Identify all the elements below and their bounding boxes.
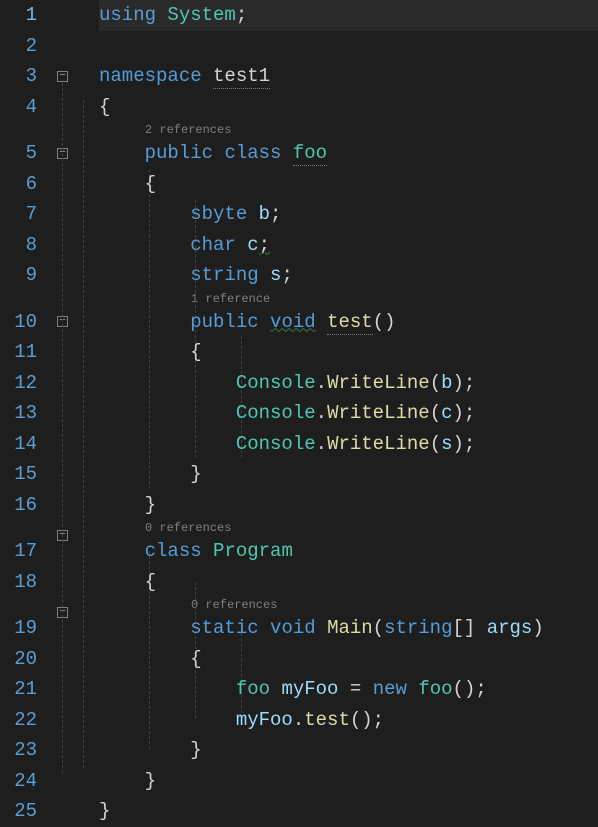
code-line[interactable]: foo myFoo = new foo(); (99, 674, 598, 705)
code-line[interactable]: myFoo.test(); (99, 705, 598, 736)
line-number: 21 (0, 674, 37, 705)
line-number: 2 (0, 31, 37, 62)
line-number: 9 (0, 260, 37, 291)
code-line[interactable]: public class foo (99, 138, 598, 169)
code-line[interactable]: { (99, 92, 598, 123)
code-line[interactable]: public void test() (99, 307, 598, 338)
line-number: 25 (0, 796, 37, 827)
codelens-references[interactable]: 0 references (99, 599, 598, 613)
line-number: 13 (0, 398, 37, 429)
line-number: 1 (0, 0, 37, 31)
line-number: 5 (0, 138, 37, 169)
code-line[interactable]: class Program (99, 536, 598, 567)
code-line[interactable]: char c; (99, 230, 598, 261)
codelens-references[interactable]: 0 references (99, 522, 598, 536)
line-number: 18 (0, 567, 37, 598)
line-number: 16 (0, 490, 37, 521)
code-line[interactable]: { (99, 567, 598, 598)
line-number: 11 (0, 337, 37, 368)
code-line[interactable]: } (99, 459, 598, 490)
code-line[interactable]: static void Main(string[] args) (99, 613, 598, 644)
line-number: 8 (0, 230, 37, 261)
line-number: 12 (0, 368, 37, 399)
code-line[interactable]: sbyte b; (99, 199, 598, 230)
line-number: 6 (0, 169, 37, 200)
code-line[interactable]: } (99, 735, 598, 766)
code-line[interactable]: } (99, 766, 598, 797)
fold-toggle-icon[interactable] (57, 71, 68, 82)
code-area[interactable]: using System; namespace test1 { 2 refere… (99, 0, 598, 776)
code-line[interactable]: } (99, 490, 598, 521)
code-line[interactable]: Console.WriteLine(b); (99, 368, 598, 399)
line-number: 10 (0, 307, 37, 338)
code-line[interactable]: Console.WriteLine(c); (99, 398, 598, 429)
fold-column (55, 0, 99, 776)
code-line[interactable]: { (99, 169, 598, 200)
line-number: 3 (0, 61, 37, 92)
code-line[interactable]: namespace test1 (99, 61, 598, 92)
codelens-references[interactable]: 2 references (99, 124, 598, 138)
code-line[interactable] (99, 31, 598, 62)
code-line[interactable]: string s; (99, 260, 598, 291)
line-number-gutter: 1 2 3 4 5 6 7 8 9 10 11 12 13 14 15 16 1… (0, 0, 55, 776)
line-number: 4 (0, 92, 37, 123)
code-line[interactable]: } (99, 796, 598, 827)
line-number: 24 (0, 766, 37, 797)
line-number: 19 (0, 613, 37, 644)
line-number: 20 (0, 644, 37, 675)
line-number: 17 (0, 536, 37, 567)
code-line[interactable]: Console.WriteLine(s); (99, 429, 598, 460)
codelens-references[interactable]: 1 reference (99, 293, 598, 307)
code-line[interactable]: { (99, 337, 598, 368)
line-number: 23 (0, 735, 37, 766)
code-line[interactable]: using System; (99, 0, 598, 31)
code-editor[interactable]: 1 2 3 4 5 6 7 8 9 10 11 12 13 14 15 16 1… (0, 0, 598, 776)
line-number: 15 (0, 459, 37, 490)
line-number: 7 (0, 199, 37, 230)
line-number: 14 (0, 429, 37, 460)
code-line[interactable]: { (99, 644, 598, 675)
line-number: 22 (0, 705, 37, 736)
